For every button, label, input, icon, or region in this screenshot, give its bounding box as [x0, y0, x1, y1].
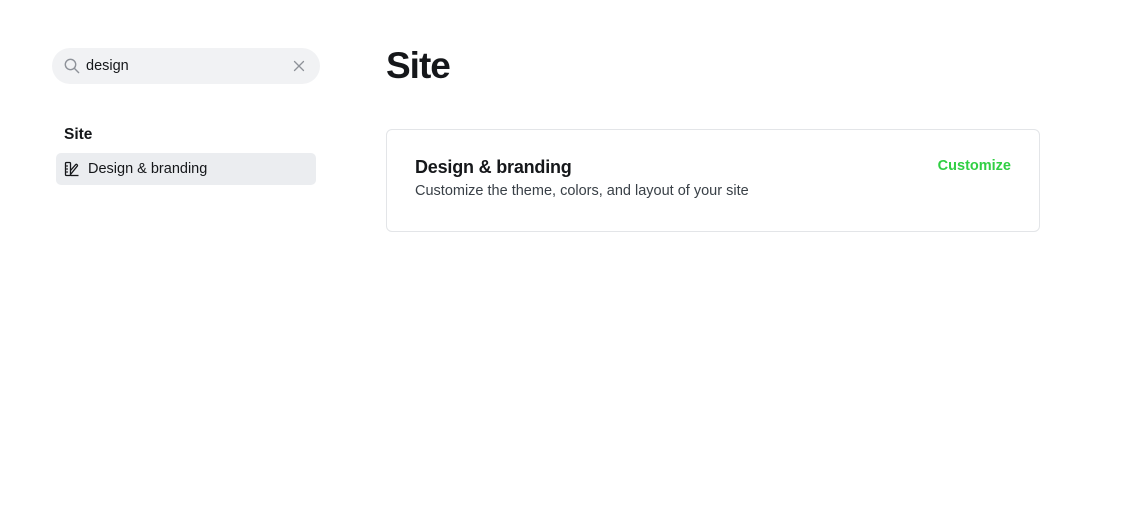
- search-box[interactable]: [52, 48, 320, 84]
- settings-card-design-branding: Design & branding Customize the theme, c…: [386, 129, 1040, 232]
- search-icon: [64, 58, 80, 74]
- main-content: Site Design & branding Customize the the…: [386, 40, 1040, 232]
- search-input[interactable]: [86, 48, 276, 84]
- settings-sidebar: Site Design & branding: [52, 48, 320, 185]
- paintbrush-icon: [64, 161, 80, 177]
- sidebar-section-title: Site: [64, 126, 93, 143]
- sidebar-item-design-branding[interactable]: Design & branding: [56, 153, 316, 185]
- card-description: Customize the theme, colors, and layout …: [415, 183, 749, 199]
- close-icon[interactable]: [292, 59, 306, 73]
- sidebar-item-label: Design & branding: [88, 161, 208, 177]
- customize-button[interactable]: Customize: [938, 158, 1011, 174]
- card-title: Design & branding: [415, 157, 572, 177]
- page-title: Site: [386, 45, 451, 86]
